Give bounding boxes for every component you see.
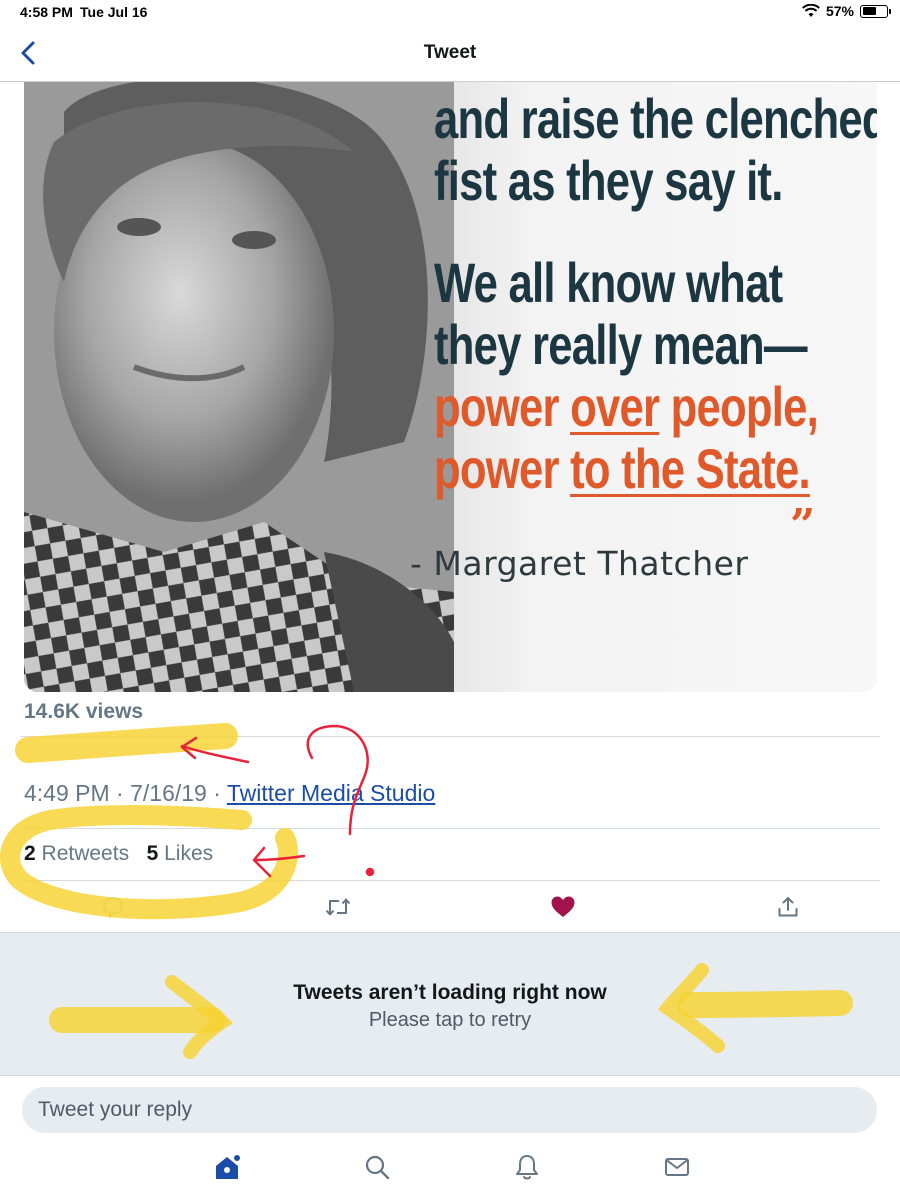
status-bar: 4:58 PM Tue Jul 16 57% (0, 0, 900, 26)
wifi-icon (802, 4, 820, 17)
status-indicators: 57% (802, 3, 891, 19)
retweet-button[interactable] (225, 880, 450, 934)
page-title: Tweet (423, 42, 477, 63)
quote-line: power to the State. (434, 437, 811, 500)
messages-icon (664, 1158, 689, 1176)
portrait-image (24, 82, 454, 692)
quote-line: power over people, (434, 375, 819, 438)
retweets-count: 2 (24, 842, 36, 865)
meta-separator: · (206, 780, 227, 806)
home-icon (215, 1155, 240, 1179)
quote-line: fist as they say it. (434, 149, 783, 212)
search-icon (365, 1155, 389, 1180)
retweets-stat[interactable]: 2 Retweets (24, 842, 129, 865)
battery-percent: 57% (825, 3, 854, 19)
quote-mark: ” (790, 500, 816, 551)
retweet-icon (325, 898, 350, 916)
quote-text: and raise the clenched fist as they say … (434, 87, 877, 500)
nav-bar: Tweet (0, 26, 900, 82)
retry-banner[interactable]: Tweets aren’t loading right now Please t… (0, 932, 900, 1076)
reply-input[interactable]: Tweet your reply (22, 1087, 877, 1133)
reply-icon (102, 897, 123, 919)
tab-bar (0, 1145, 900, 1200)
retry-subtitle: Please tap to retry (368, 1009, 532, 1031)
engagement-counts: 2 Retweets 5 Likes (24, 842, 213, 866)
likes-label: Likes (164, 842, 214, 865)
tweet-source-link[interactable]: Twitter Media Studio (227, 780, 435, 806)
quote-line: We all know what (434, 251, 783, 314)
meta-separator: · (109, 780, 131, 806)
quote-line: they really mean— (434, 313, 808, 376)
like-button[interactable] (450, 880, 675, 934)
battery-icon (860, 4, 891, 18)
tweet-date: 7/16/19 (130, 780, 207, 806)
status-time: 4:58 PM (20, 4, 73, 20)
tweet-actions (0, 880, 900, 934)
tab-notifications[interactable] (505, 1145, 549, 1189)
status-date: Tue Jul 16 (80, 4, 148, 20)
notifications-icon (515, 1155, 538, 1180)
quote-line: and raise the clenched (434, 87, 877, 150)
view-count: 14.6K views (24, 700, 144, 723)
tab-search[interactable] (355, 1145, 399, 1189)
share-icon (778, 897, 797, 917)
reply-button[interactable] (0, 880, 225, 934)
share-button[interactable] (675, 880, 900, 934)
retry-title: Tweets aren’t loading right now (293, 981, 607, 1004)
quote-attribution: - Margaret Thatcher (410, 544, 749, 583)
retweets-label: Retweets (41, 842, 130, 865)
tweet-media[interactable]: and raise the clenched fist as they say … (24, 82, 877, 692)
like-icon (551, 896, 574, 917)
tab-messages[interactable] (655, 1145, 699, 1189)
likes-count: 5 (146, 842, 159, 865)
battery-fill (862, 7, 876, 15)
divider (20, 828, 880, 829)
tweet-meta: 4:49 PM · 7/16/19 · Twitter Media Studio (24, 780, 435, 807)
tab-home[interactable] (205, 1145, 249, 1189)
tweet-time: 4:49 PM (24, 780, 110, 806)
divider (20, 736, 880, 737)
likes-stat[interactable]: 5 Likes (147, 842, 214, 865)
